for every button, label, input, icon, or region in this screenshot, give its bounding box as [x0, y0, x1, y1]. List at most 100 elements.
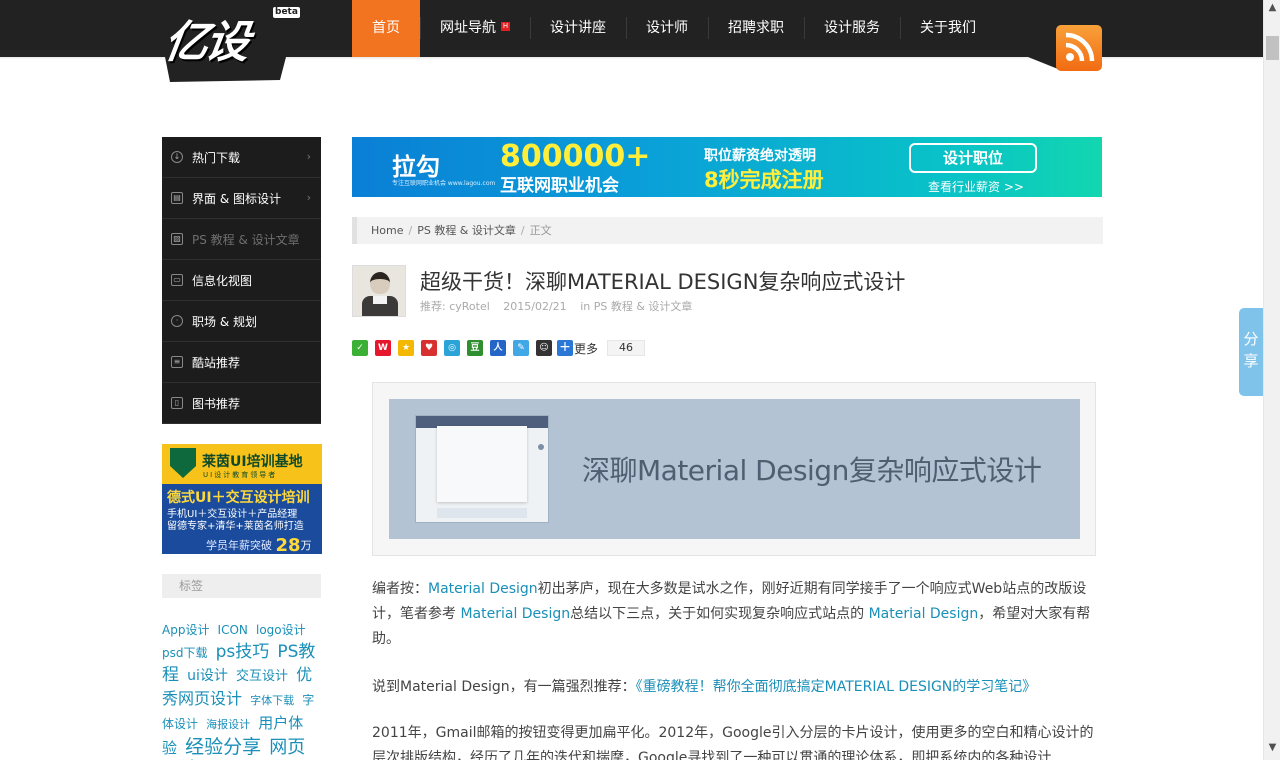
- ad-line-1: 德式UI＋交互设计培训: [167, 490, 310, 506]
- illustration-title: 深聊Material Design复杂响应式设计: [582, 454, 1042, 487]
- sidebar-item-label: PS 教程 & 设计文章: [192, 232, 300, 247]
- breadcrumb-current: 正文: [529, 224, 552, 237]
- list-icon: ≡: [171, 356, 183, 368]
- rss-feed-link[interactable]: [1028, 25, 1102, 71]
- tags-heading: 标签: [162, 574, 321, 598]
- tag-link[interactable]: App设计: [162, 623, 209, 637]
- wechat-share-icon[interactable]: ✓: [352, 340, 368, 356]
- tag-link[interactable]: 海报设计: [206, 718, 250, 731]
- article-category[interactable]: in PS 教程 & 设计文章: [580, 300, 692, 313]
- sidebar-ad-banner[interactable]: 莱茵UI培训基地 UI设计教育领导者 德式UI＋交互设计培训 手机UI＋交互设计…: [162, 444, 322, 554]
- article-paragraph-1: 编者按：Material Design初出茅庐，现在大多数是试水之作，刚好近期有…: [372, 577, 1096, 652]
- nav-item-designers[interactable]: 设计师: [626, 0, 708, 57]
- article-author[interactable]: 推荐: cyRotel: [420, 300, 490, 313]
- breadcrumb-category[interactable]: PS 教程 & 设计文章: [417, 224, 516, 237]
- ad-line-3: 留德专家+清华+莱茵名师打造: [167, 521, 304, 532]
- chevron-right-icon: ›: [306, 191, 311, 204]
- sidebar-item-ui-icon-design[interactable]: ▤ 界面 & 图标设计 ›: [162, 178, 321, 219]
- douban-share-icon[interactable]: 豆: [467, 340, 483, 356]
- tag-link[interactable]: ui设计: [187, 668, 228, 684]
- rss-icon[interactable]: [1056, 25, 1102, 71]
- logo-beta-badge: beta: [273, 7, 300, 18]
- ad-line-4: 学员年薪突破 28万: [206, 535, 312, 554]
- article-header-image: 深聊Material Design复杂响应式设计: [372, 382, 1096, 556]
- article-paragraph-3: 2011年，Gmail邮箱的按钮变得更加扁平化。2012年，Google引入分层…: [372, 725, 1094, 760]
- baidu-share-icon[interactable]: 人: [490, 340, 506, 356]
- vertical-scrollbar[interactable]: ▲ ▼: [1263, 0, 1280, 760]
- sidebar-item-books[interactable]: ▯ 图书推荐: [162, 383, 321, 424]
- weibo-share-icon[interactable]: W: [375, 340, 391, 356]
- qzone-share-icon[interactable]: ★: [398, 340, 414, 356]
- tag-link[interactable]: 经验分享: [185, 736, 261, 758]
- main-nav: 首页 网址导航 H 设计讲座 设计师 招聘求职 设计服务 关于我们: [352, 0, 996, 57]
- banner-salary-link[interactable]: 查看行业薪资 >>: [928, 178, 1024, 195]
- banner-brand: 拉勾: [392, 153, 440, 181]
- nav-item-jobs[interactable]: 招聘求职: [708, 0, 804, 57]
- note-share-icon[interactable]: ✎: [513, 340, 529, 356]
- floating-share-tab[interactable]: 分享: [1239, 308, 1263, 396]
- sidebar-item-cool-sites[interactable]: ≡ 酷站推荐: [162, 342, 321, 383]
- share-tab-char-2: 享: [1243, 352, 1259, 370]
- ad-salary-number: 28: [275, 535, 301, 554]
- scroll-up-arrow-icon[interactable]: ▲: [1264, 2, 1280, 17]
- chevron-right-icon: ›: [306, 150, 311, 163]
- tag-link[interactable]: 交互设计: [236, 669, 288, 684]
- renren-share-icon[interactable]: ♥: [421, 340, 437, 356]
- tag-link[interactable]: ps技巧: [216, 642, 270, 662]
- material-design-link[interactable]: Material Design: [428, 581, 538, 597]
- article-meta: 推荐: cyRotel 2015/02/21 in PS 教程 & 设计文章: [420, 298, 702, 314]
- sidebar-item-label: 信息化视图: [192, 273, 253, 288]
- nav-item-site-directory[interactable]: 网址导航 H: [420, 0, 530, 57]
- illustration-dot: [538, 444, 544, 450]
- sidebar-item-ps-tutorials[interactable]: ▨ PS 教程 & 设计文章: [162, 219, 321, 260]
- tag-link[interactable]: ICON: [218, 623, 248, 637]
- download-icon: ↓: [171, 151, 183, 163]
- sidebar-item-label: 热门下载: [192, 150, 241, 165]
- nav-item-label: 设计讲座: [550, 20, 606, 36]
- paragraph-text: 说到Material Design，有一篇强烈推荐：: [372, 679, 636, 695]
- sidebar-item-label: 图书推荐: [192, 396, 241, 411]
- recommended-article-link[interactable]: 《重磅教程！帮你全面彻底搞定MATERIAL DESIGN的学习笔记》: [636, 679, 1037, 695]
- document-icon: ▤: [171, 192, 183, 204]
- sidebar-item-career[interactable]: · 职场 & 规划: [162, 301, 321, 342]
- ad-salary-unit: 万: [300, 539, 312, 552]
- banner-brand-sub: 专注互联网职业机会 www.lagou.com: [392, 180, 496, 187]
- sidebar-item-label: 职场 & 规划: [192, 314, 257, 329]
- banner-design-jobs-button[interactable]: 设计职位: [909, 143, 1037, 173]
- share-more-button[interactable]: + 更多: [557, 340, 598, 357]
- nav-item-label: 关于我们: [920, 20, 976, 36]
- breadcrumb-home[interactable]: Home: [371, 224, 403, 237]
- qq-share-icon[interactable]: ☺: [536, 340, 552, 356]
- scrollbar-thumb[interactable]: [1266, 36, 1279, 60]
- share-count: 46: [607, 340, 646, 356]
- author-avatar[interactable]: [352, 265, 406, 317]
- banner-tagline-1: 职位薪资绝对透明: [704, 148, 816, 164]
- nav-item-lectures[interactable]: 设计讲座: [530, 0, 626, 57]
- material-design-illustration: 深聊Material Design复杂响应式设计: [389, 399, 1080, 539]
- sidebar-item-infographics[interactable]: ▭ 信息化视图: [162, 260, 321, 301]
- sidebar-item-label: 酷站推荐: [192, 355, 241, 370]
- scroll-down-arrow-icon[interactable]: ▼: [1264, 742, 1280, 757]
- sidebar-item-hot-downloads[interactable]: ↓ 热门下载 ›: [162, 137, 321, 178]
- nav-item-label: 设计师: [646, 20, 688, 36]
- avatar-collar: [373, 296, 387, 304]
- tencent-weibo-share-icon[interactable]: ◎: [444, 340, 460, 356]
- avatar-face: [370, 272, 390, 294]
- nav-item-about[interactable]: 关于我们: [900, 0, 996, 57]
- material-design-link[interactable]: Material Design: [460, 606, 570, 622]
- tag-link[interactable]: 字体下载: [250, 694, 294, 707]
- tag-cloud: App设计 ICON logo设计 psd下载 ps技巧 PS教程 ui设计 交…: [162, 618, 321, 760]
- nav-item-services[interactable]: 设计服务: [804, 0, 900, 57]
- tag-link[interactable]: logo设计: [256, 623, 306, 637]
- sidebar-menu: ↓ 热门下载 › ▤ 界面 & 图标设计 › ▨ PS 教程 & 设计文章 ▭ 信息化视图 …: [162, 137, 321, 424]
- nav-item-home[interactable]: 首页: [352, 0, 420, 57]
- nav-item-label: 设计服务: [824, 20, 880, 36]
- sidebar-item-label: 界面 & 图标设计: [192, 191, 281, 206]
- material-design-link[interactable]: Material Design: [869, 606, 979, 622]
- tag-link[interactable]: psd下载: [162, 646, 208, 660]
- lagou-ad-banner[interactable]: 拉勾 专注互联网职业机会 www.lagou.com 800000+ 互联网职业…: [352, 137, 1102, 197]
- book-icon: ▯: [171, 397, 183, 409]
- shield-icon: [170, 448, 196, 478]
- breadcrumb-separator: /: [408, 224, 413, 237]
- monitor-icon: ▭: [171, 274, 183, 286]
